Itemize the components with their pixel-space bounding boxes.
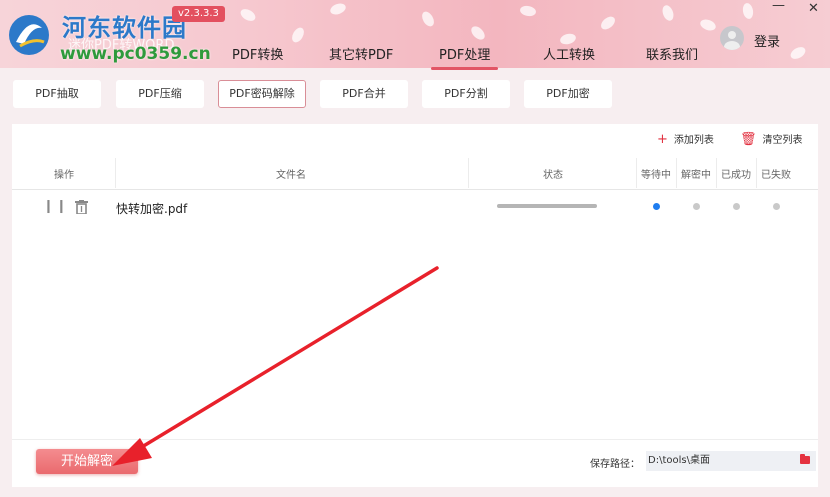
save-path-field[interactable]: D:\tools\桌面 — [646, 451, 816, 471]
nav-tab-manual-convert[interactable]: 人工转换 — [543, 44, 595, 63]
add-list-button[interactable]: + 添加列表 — [657, 131, 714, 147]
start-decrypt-button[interactable]: 开始解密 — [36, 449, 138, 474]
header-divider — [636, 158, 637, 188]
subtab-pdf-extract[interactable]: PDF抽取 — [13, 80, 101, 108]
plus-icon: + — [657, 132, 668, 147]
nav-tab-other-to-pdf[interactable]: 其它转PDF — [329, 44, 393, 63]
user-avatar-icon[interactable] — [720, 26, 744, 50]
version-badge: v2.3.3.3 — [172, 6, 225, 22]
pause-icon[interactable]: ❙❙ — [43, 199, 69, 214]
clear-list-button[interactable]: 🗑 清空列表 — [740, 131, 803, 147]
header-filename: 文件名 — [276, 170, 306, 181]
header-divider — [468, 158, 469, 188]
header-decrypting: 解密中 — [681, 170, 711, 181]
status-dot-decrypting — [693, 203, 700, 210]
header-divider — [676, 158, 677, 188]
close-button[interactable]: ✕ — [808, 1, 819, 16]
site-logo-icon — [9, 15, 49, 55]
login-link[interactable]: 登录 — [754, 31, 780, 50]
nav-tab-pdf-convert[interactable]: PDF转换 — [232, 44, 283, 63]
add-list-label: 添加列表 — [673, 135, 714, 146]
header-status: 状态 — [543, 170, 563, 181]
site-url: www.pc0359.cn — [60, 44, 211, 64]
header-action: 操作 — [54, 170, 74, 181]
header-divider — [756, 158, 757, 188]
subtab-pdf-encrypt[interactable]: PDF加密 — [524, 80, 612, 108]
header-waiting: 等待中 — [641, 170, 671, 181]
subtab-pdf-merge[interactable]: PDF合并 — [320, 80, 408, 108]
file-name: 快转加密.pdf — [116, 202, 188, 216]
nav-tab-contact[interactable]: 联系我们 — [646, 44, 698, 63]
status-dot-waiting — [653, 203, 660, 210]
header-divider — [716, 158, 717, 188]
subtab-pdf-password-remove[interactable]: PDF密码解除 — [218, 80, 306, 108]
minimize-button[interactable]: — — [772, 0, 785, 13]
header-success: 已成功 — [721, 170, 751, 181]
save-path-label: 保存路径： — [590, 459, 640, 470]
trash-icon: 🗑 — [740, 132, 757, 147]
clear-list-label: 清空列表 — [762, 135, 803, 146]
subtab-pdf-split[interactable]: PDF分割 — [422, 80, 510, 108]
subtab-pdf-compress[interactable]: PDF压缩 — [116, 80, 204, 108]
header-failed: 已失败 — [761, 170, 791, 181]
header-divider — [115, 158, 116, 188]
delete-row-icon[interactable] — [75, 200, 88, 214]
status-dot-success — [733, 203, 740, 210]
progress-bar — [497, 204, 597, 208]
table-header: 操作 文件名 状态 等待中 解密中 已成功 已失败 — [12, 154, 818, 190]
folder-icon[interactable] — [800, 454, 810, 464]
status-dot-failed — [773, 203, 780, 210]
nav-tab-pdf-process[interactable]: PDF处理 — [430, 44, 499, 70]
